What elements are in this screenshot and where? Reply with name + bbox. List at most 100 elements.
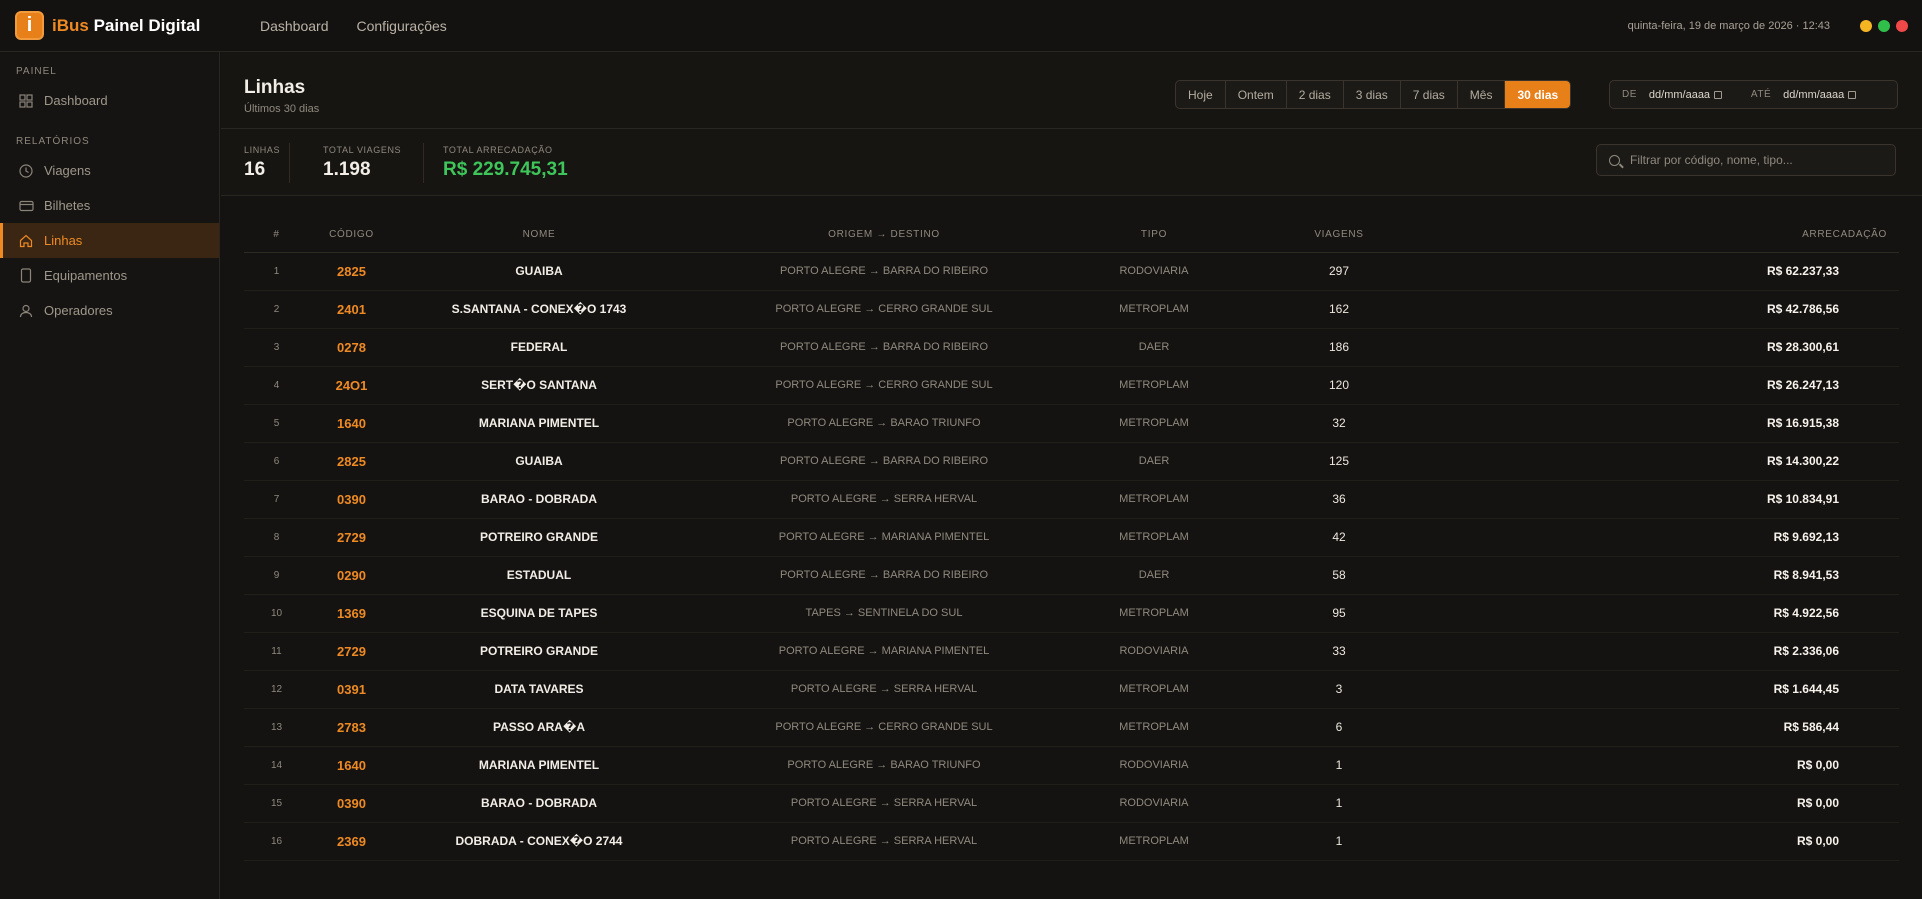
- cell-arrecadacao: R$ 1.644,45: [1454, 670, 1899, 709]
- close-dot-icon[interactable]: [1896, 19, 1908, 32]
- date-from-input[interactable]: dd/mm/aaaa: [1649, 89, 1739, 101]
- filter-search[interactable]: [1596, 144, 1896, 176]
- cell-viagens: 125: [1224, 442, 1454, 481]
- cell-arrecadacao: R$ 586,44: [1454, 708, 1899, 747]
- cell-arrecadacao: R$ 28.300,61: [1454, 328, 1899, 367]
- cell-arrecadacao: R$ 2.336,06: [1454, 632, 1899, 671]
- table-row[interactable]: 15 0390 BARAO - DOBRADA PORTO ALEGRE → SERR…: [244, 784, 1899, 823]
- cell-tipo: METROPLAM: [1084, 404, 1224, 443]
- col-header-tipo[interactable]: TIPO: [1084, 218, 1224, 253]
- top-bar: i iBus Painel Digital Dashboard Configur…: [0, 0, 1922, 52]
- cell-nome: MARIANA PIMENTEL: [394, 746, 684, 785]
- brand-name: iBus Painel Digital: [52, 16, 200, 36]
- cell-arrecadacao: R$ 8.941,53: [1454, 556, 1899, 595]
- sidebar: PAINEL Dashboard RELATÓRIOS Viagens Bilh…: [0, 52, 220, 899]
- table-row[interactable]: 2 2401 S.SANTANA - CONEX�O 1743 PORTO ALEGR…: [244, 290, 1899, 329]
- col-header-viagens[interactable]: VIAGENS: [1224, 218, 1454, 253]
- col-header-rota[interactable]: ORIGEM → DESTINO: [684, 218, 1084, 253]
- cell-codigo: 2783: [309, 708, 394, 747]
- cell-rota: PORTO ALEGRE → BARAO TRIUNFO: [684, 404, 1084, 443]
- cell-codigo: 2825: [309, 442, 394, 481]
- table-row[interactable]: 5 1640 MARIANA PIMENTEL PORTO ALEGRE → BARA…: [244, 404, 1899, 443]
- sidebar-item-label: Linhas: [44, 233, 83, 248]
- device-icon: [18, 268, 34, 284]
- minimize-dot-icon[interactable]: [1860, 19, 1872, 32]
- table-row[interactable]: 8 2729 POTREIRO GRANDE PORTO ALEGRE → MARIA…: [244, 518, 1899, 557]
- page-subtitle: Últimos 30 dias: [244, 103, 320, 115]
- cell-viagens: 3: [1224, 670, 1454, 709]
- cell-nome: MARIANA PIMENTEL: [394, 404, 684, 443]
- cell-tipo: METROPLAM: [1084, 290, 1224, 329]
- range-3dias-button[interactable]: 3 dias: [1344, 81, 1401, 108]
- table-row[interactable]: 9 0290 ESTADUAL PORTO ALEGRE → BARRA DO RIB…: [244, 556, 1899, 595]
- maximize-dot-icon[interactable]: [1878, 19, 1890, 32]
- sidebar-item-bilhetes[interactable]: Bilhetes: [0, 188, 219, 223]
- cell-index: 7: [244, 480, 309, 519]
- stat-value: 1.198: [323, 159, 371, 180]
- table-row[interactable]: 6 2825 GUAIBA PORTO ALEGRE → BARRA DO RIBEI…: [244, 442, 1899, 481]
- cell-nome: GUAIBA: [394, 442, 684, 481]
- table-row[interactable]: 7 0390 BARAO - DOBRADA PORTO ALEGRE → SERRA…: [244, 480, 1899, 519]
- cell-nome: POTREIRO GRANDE: [394, 632, 684, 671]
- table-row[interactable]: 13 2783 PASSO ARA�A PORTO ALEGRE → CERRO GR…: [244, 708, 1899, 747]
- filter-input[interactable]: [1630, 153, 1880, 167]
- sidebar-item-dashboard[interactable]: Dashboard: [0, 83, 219, 118]
- cell-viagens: 95: [1224, 594, 1454, 633]
- cell-arrecadacao: R$ 42.786,56: [1454, 290, 1899, 329]
- sidebar-item-equipamentos[interactable]: Equipamentos: [0, 258, 219, 293]
- cell-arrecadacao: R$ 4.922,56: [1454, 594, 1899, 633]
- table-row[interactable]: 11 2729 POTREIRO GRANDE PORTO ALEGRE → MARI…: [244, 632, 1899, 671]
- cell-codigo: 2729: [309, 632, 394, 671]
- range-2dias-button[interactable]: 2 dias: [1287, 81, 1344, 108]
- cell-nome: ESQUINA DE TAPES: [394, 594, 684, 633]
- cell-viagens: 162: [1224, 290, 1454, 329]
- table-row[interactable]: 16 2369 DOBRADA - CONEX�O 2744 PORTO ALEGRE…: [244, 822, 1899, 861]
- range-30dias-button[interactable]: 30 dias: [1505, 81, 1571, 108]
- date-to-input[interactable]: dd/mm/aaaa: [1783, 89, 1873, 101]
- col-header-codigo[interactable]: CÓDIGO: [309, 218, 394, 253]
- col-header-nome[interactable]: NOME: [394, 218, 684, 253]
- cell-arrecadacao: R$ 0,00: [1454, 822, 1899, 861]
- table-row[interactable]: 10 1369 ESQUINA DE TAPES TAPES → SENTINELA …: [244, 594, 1899, 633]
- sidebar-item-operadores[interactable]: Operadores: [0, 293, 219, 328]
- calendar-icon[interactable]: [1848, 90, 1857, 99]
- table-row[interactable]: 3 0278 FEDERAL PORTO ALEGRE → BARRA DO RIBE…: [244, 328, 1899, 367]
- cell-nome: PASSO ARA�A: [394, 708, 684, 747]
- cell-index: 4: [244, 366, 309, 405]
- cell-tipo: METROPLAM: [1084, 480, 1224, 519]
- lines-table: # CÓDIGO NOME ORIGEM → DESTINO TIPO VIAG…: [244, 218, 1899, 861]
- sidebar-item-viagens[interactable]: Viagens: [0, 153, 219, 188]
- table-row[interactable]: 1 2825 GUAIBA PORTO ALEGRE → BARRA DO RIBEI…: [244, 252, 1899, 291]
- cell-rota: PORTO ALEGRE → CERRO GRANDE SUL: [684, 290, 1084, 329]
- sidebar-item-linhas[interactable]: Linhas: [0, 223, 219, 258]
- col-header-index[interactable]: #: [244, 218, 309, 253]
- cell-tipo: METROPLAM: [1084, 594, 1224, 633]
- range-7dias-button[interactable]: 7 dias: [1401, 81, 1458, 108]
- stat-divider: [289, 143, 290, 183]
- range-hoje-button[interactable]: Hoje: [1176, 81, 1226, 108]
- stat-total-viagens: TOTAL VIAGENS 1.198: [323, 145, 401, 181]
- stats-bar: LINHAS 16 TOTAL VIAGENS 1.198 TOTAL ARRE…: [221, 129, 1922, 196]
- table-row[interactable]: 12 0391 DATA TAVARES PORTO ALEGRE → SERRA H…: [244, 670, 1899, 709]
- table-row[interactable]: 14 1640 MARIANA PIMENTEL PORTO ALEGRE → BAR…: [244, 746, 1899, 785]
- cell-index: 12: [244, 670, 309, 709]
- range-ontem-button[interactable]: Ontem: [1226, 81, 1287, 108]
- cell-rota: PORTO ALEGRE → SERRA HERVAL: [684, 822, 1084, 861]
- cell-index: 3: [244, 328, 309, 367]
- custom-date-range: DE dd/mm/aaaa ATÉ dd/mm/aaaa: [1609, 80, 1898, 109]
- cell-index: 9: [244, 556, 309, 595]
- sidebar-item-label: Bilhetes: [44, 198, 91, 213]
- date-from-value: dd/mm/aaaa: [1648, 88, 1711, 101]
- cell-index: 11: [244, 632, 309, 671]
- brand-rest: Painel Digital: [93, 15, 201, 35]
- col-header-arrecadacao[interactable]: ARRECADAÇÃO: [1454, 218, 1899, 253]
- topnav-configuracoes[interactable]: Configurações: [357, 18, 447, 34]
- calendar-icon[interactable]: [1714, 90, 1723, 99]
- range-mes-button[interactable]: Mês: [1458, 81, 1506, 108]
- table-row[interactable]: 4 24O1 SERT�O SANTANA PORTO ALEGRE → CERRO …: [244, 366, 1899, 405]
- brand[interactable]: i iBus Painel Digital: [0, 11, 220, 40]
- cell-arrecadacao: R$ 62.237,33: [1454, 252, 1899, 291]
- topnav-dashboard[interactable]: Dashboard: [260, 18, 329, 34]
- cell-index: 8: [244, 518, 309, 557]
- cell-rota: PORTO ALEGRE → CERRO GRANDE SUL: [684, 366, 1084, 405]
